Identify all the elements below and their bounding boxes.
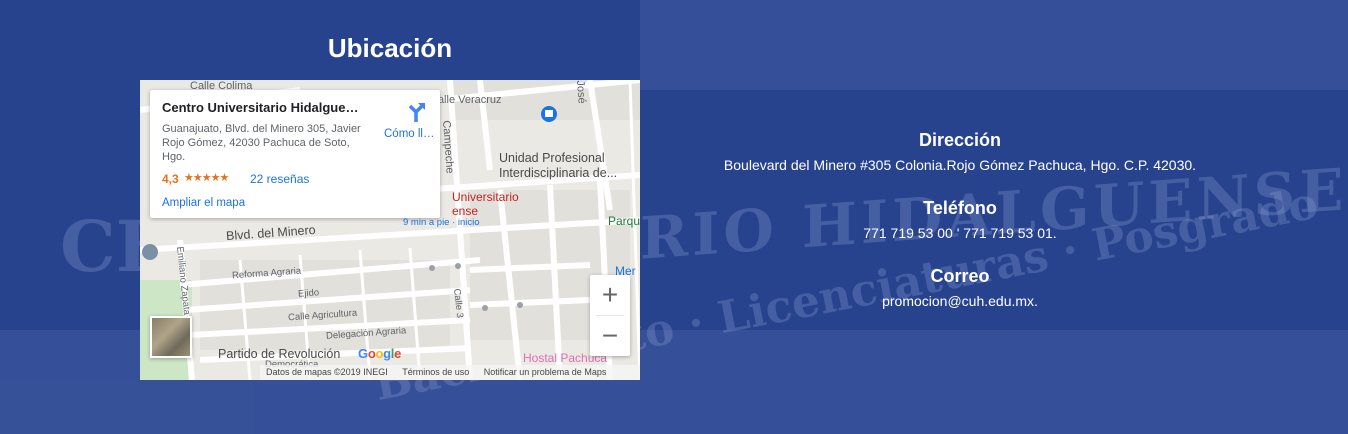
contact-address-block: Dirección Boulevard del Minero #305 Colo… xyxy=(660,130,1260,173)
phone-value: 771 719 53 00 ' 771 719 53 01. xyxy=(863,225,1057,241)
report-problem-link[interactable]: Notificar un problema de Maps xyxy=(484,367,607,377)
embedded-map[interactable]: Calle Colima Calle Veracruz Campeche Jos… xyxy=(140,80,640,380)
email-value[interactable]: promocion@cuh.edu.mx. xyxy=(660,293,1260,309)
address-value: Boulevard del Minero #305 Colonia.Rojo G… xyxy=(723,157,1197,173)
map-label-ejido: Ejido xyxy=(297,287,320,300)
place-rating: 4,3 xyxy=(162,172,179,186)
map-label-parque: Parqu xyxy=(608,214,640,228)
map-label-cuh-poi-1: Universitario xyxy=(452,190,519,204)
map-label-unidad-profesional-2: Interdisciplinaria de... xyxy=(499,166,618,180)
place-info-card: Centro Universitario Hidalguense Guanaju… xyxy=(150,90,440,218)
map-label-unidad-profesional-1: Unidad Profesional xyxy=(499,151,605,165)
email-heading: Correo xyxy=(930,266,990,286)
directions-icon[interactable] xyxy=(404,100,428,124)
address-heading: Dirección xyxy=(918,130,1002,150)
place-address: Guanajuato, Blvd. del Minero 305, Javier… xyxy=(162,123,361,163)
map-footer: Datos de mapas ©2019 INEGI Términos de u… xyxy=(260,365,640,380)
rating-stars-icon: ★★★★★ xyxy=(184,172,229,184)
contact-phone-block: Teléfono 771 719 53 00 ' 771 719 53 01. xyxy=(660,198,1260,241)
map-label-jose: José xyxy=(574,80,588,105)
terms-of-use-link[interactable]: Términos de uso xyxy=(402,367,469,377)
place-name: Centro Universitario Hidalguense xyxy=(162,100,362,115)
zoom-control: + − xyxy=(590,275,630,356)
location-title: Ubicación xyxy=(327,33,453,63)
satellite-view-toggle[interactable] xyxy=(150,316,192,358)
directions-link[interactable]: Cómo llegar xyxy=(384,128,440,140)
enlarge-map-link[interactable]: Ampliar el mapa xyxy=(162,197,245,209)
phone-heading: Teléfono xyxy=(923,198,997,218)
zoom-in-button[interactable]: + xyxy=(590,275,630,315)
contact-email-block: Correo promocion@cuh.edu.mx. xyxy=(660,266,1260,309)
map-label-cuh-poi-2: ense xyxy=(452,204,479,218)
map-label-walk-time[interactable]: 9 min a pie · inicio xyxy=(403,217,480,228)
map-label-calle-veracruz: Calle Veracruz xyxy=(430,94,502,106)
map-data-credit: Datos de mapas ©2019 INEGI xyxy=(266,367,388,377)
zoom-out-button[interactable]: − xyxy=(590,316,630,356)
reviews-link[interactable]: 22 reseñas xyxy=(250,172,309,186)
google-logo: Google xyxy=(358,346,402,361)
